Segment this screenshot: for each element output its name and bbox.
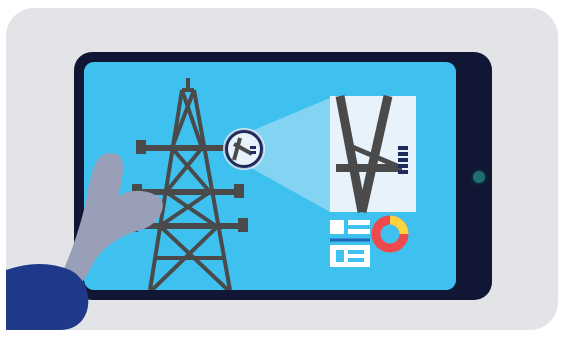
hand-overlay bbox=[6, 153, 163, 330]
illustration bbox=[0, 0, 562, 338]
